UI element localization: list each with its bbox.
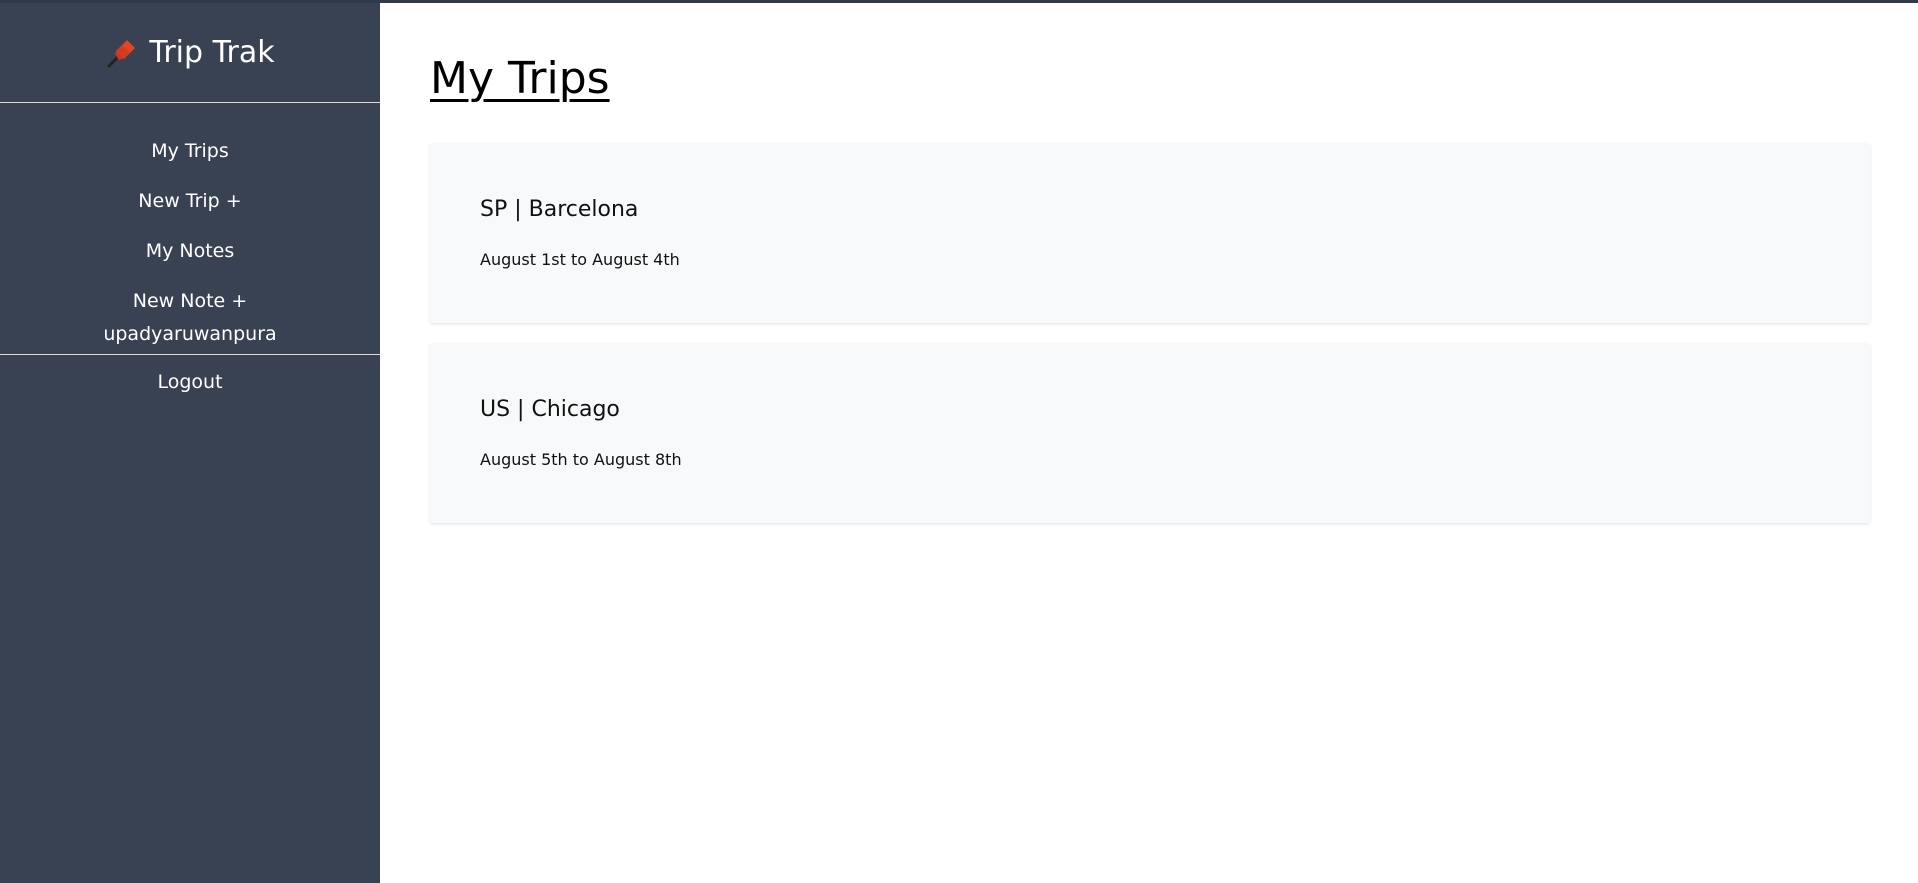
page-title: My Trips (430, 53, 610, 104)
sidebar-item-my-trips[interactable]: My Trips (151, 125, 229, 175)
trip-card[interactable]: SP | Barcelona August 1st to August 4th (430, 143, 1870, 323)
trip-dates: August 1st to August 4th (480, 250, 680, 269)
sidebar-item-my-notes[interactable]: My Notes (146, 225, 235, 275)
trip-name: US | Chicago (480, 397, 620, 422)
trip-dates: August 5th to August 8th (480, 450, 682, 469)
sidebar-item-new-note[interactable]: New Note + (133, 275, 247, 315)
logout-button[interactable]: Logout (157, 355, 222, 393)
brand-header[interactable]: Trip Trak (0, 3, 380, 103)
trip-name: SP | Barcelona (480, 197, 639, 222)
trip-card[interactable]: US | Chicago August 5th to August 8th (430, 343, 1870, 523)
username-label: upadyaruwanpura (0, 315, 380, 355)
main-content: My Trips SP | Barcelona August 1st to Au… (380, 3, 1918, 883)
sidebar-item-new-trip[interactable]: New Trip + (138, 175, 241, 225)
sidebar: Trip Trak My Trips New Trip + My Notes N… (0, 3, 380, 883)
brand-title: Trip Trak (149, 35, 275, 70)
sidebar-nav: My Trips New Trip + My Notes New Note + … (0, 103, 380, 393)
pushpin-icon (105, 36, 139, 70)
